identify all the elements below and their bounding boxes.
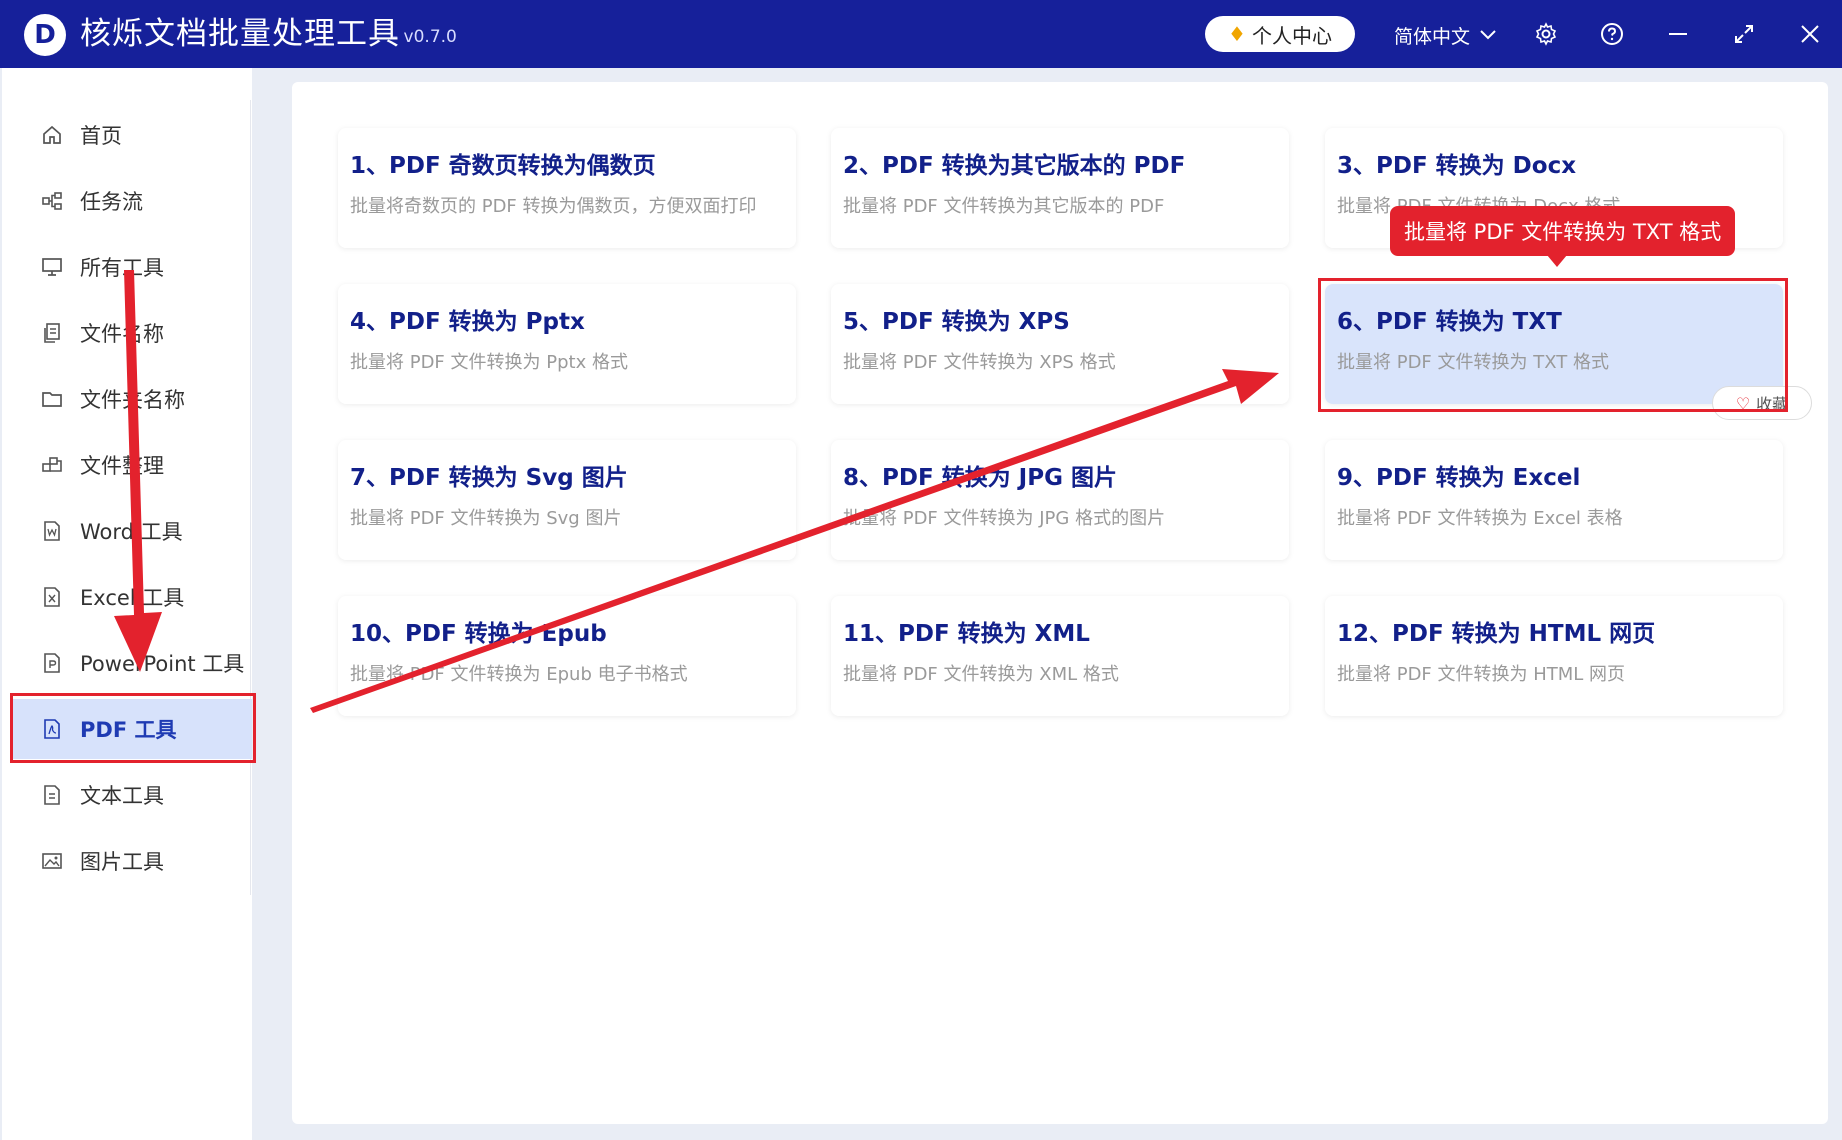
- app-version: - v0.7.0: [392, 27, 457, 47]
- workflow-icon: [38, 190, 66, 212]
- sidebar-item-home[interactable]: 首页: [12, 105, 252, 165]
- sidebar-item-text-tools[interactable]: 文本工具: [12, 765, 252, 825]
- sidebar-item-word-tools[interactable]: Word 工具: [12, 501, 252, 561]
- chevron-down-icon: [1480, 30, 1496, 40]
- monitor-icon: [38, 256, 66, 278]
- sidebar-item-file-name[interactable]: 文件名称: [12, 303, 252, 363]
- maximize-icon[interactable]: [1728, 18, 1760, 50]
- sidebar-item-file-organize[interactable]: 文件整理: [12, 435, 252, 495]
- ppt-file-icon: [38, 652, 66, 674]
- tool-card-5[interactable]: 5、PDF 转换为 XPS 批量将 PDF 文件转换为 XPS 格式: [831, 284, 1289, 404]
- personal-center-button[interactable]: ♦ 个人中心: [1205, 16, 1355, 52]
- tool-card-6[interactable]: 6、PDF 转换为 TXT 批量将 PDF 文件转换为 TXT 格式: [1325, 284, 1783, 404]
- sidebar-item-image-tools[interactable]: 图片工具: [12, 831, 252, 891]
- excel-file-icon: [38, 586, 66, 608]
- tool-card-9[interactable]: 9、PDF 转换为 Excel 批量将 PDF 文件转换为 Excel 表格: [1325, 440, 1783, 560]
- sidebar-item-powerpoint-tools[interactable]: PowerPoint 工具: [12, 633, 252, 693]
- pdf-file-icon: [38, 718, 66, 740]
- word-file-icon: [38, 520, 66, 542]
- diamond-icon: ♦: [1228, 22, 1246, 46]
- minimize-icon[interactable]: [1662, 18, 1694, 50]
- tool-card-12[interactable]: 12、PDF 转换为 HTML 网页 批量将 PDF 文件转换为 HTML 网页: [1325, 596, 1783, 716]
- tool-card-4[interactable]: 4、PDF 转换为 Pptx 批量将 PDF 文件转换为 Pptx 格式: [338, 284, 796, 404]
- heart-icon: ♡: [1735, 393, 1751, 413]
- tool-card-7[interactable]: 7、PDF 转换为 Svg 图片 批量将 PDF 文件转换为 Svg 图片: [338, 440, 796, 560]
- sidebar-item-folder-name[interactable]: 文件夹名称: [12, 369, 252, 429]
- help-icon[interactable]: [1596, 18, 1628, 50]
- home-icon: [38, 124, 66, 146]
- sidebar-item-excel-tools[interactable]: Excel 工具: [12, 567, 252, 627]
- title-bar: D 核烁文档批量处理工具 - v0.7.0 ♦ 个人中心 简体中文: [0, 0, 1842, 68]
- tool-card-10[interactable]: 10、PDF 转换为 Epub 批量将 PDF 文件转换为 Epub 电子书格式: [338, 596, 796, 716]
- tool-card-11[interactable]: 11、PDF 转换为 XML 批量将 PDF 文件转换为 XML 格式: [831, 596, 1289, 716]
- tool-card-8[interactable]: 8、PDF 转换为 JPG 图片 批量将 PDF 文件转换为 JPG 格式的图片: [831, 440, 1289, 560]
- folder-icon: [38, 388, 66, 410]
- sidebar-item-pdf-tools[interactable]: PDF 工具: [12, 699, 252, 759]
- sidebar-item-workflow[interactable]: 任务流: [12, 171, 252, 231]
- text-file-icon: [38, 784, 66, 806]
- app-logo-icon: D: [24, 14, 66, 56]
- close-icon[interactable]: [1794, 18, 1826, 50]
- sidebar-item-all-tools[interactable]: 所有工具: [12, 237, 252, 297]
- image-icon: [38, 850, 66, 872]
- file-copy-icon: [38, 322, 66, 344]
- favorite-button[interactable]: ♡ 收藏: [1712, 386, 1812, 420]
- tool-card-2[interactable]: 2、PDF 转换为其它版本的 PDF 批量将 PDF 文件转换为其它版本的 PD…: [831, 128, 1289, 248]
- tool-card-1[interactable]: 1、PDF 奇数页转换为偶数页 批量将奇数页的 PDF 转换为偶数页，方便双面打…: [338, 128, 796, 248]
- gear-icon[interactable]: [1530, 18, 1562, 50]
- organize-icon: [38, 454, 66, 476]
- app-title: 核烁文档批量处理工具: [80, 16, 400, 52]
- tooltip: 批量将 PDF 文件转换为 TXT 格式: [1390, 206, 1736, 256]
- tooltip-tail: [1547, 255, 1567, 267]
- language-select[interactable]: 简体中文: [1394, 20, 1496, 50]
